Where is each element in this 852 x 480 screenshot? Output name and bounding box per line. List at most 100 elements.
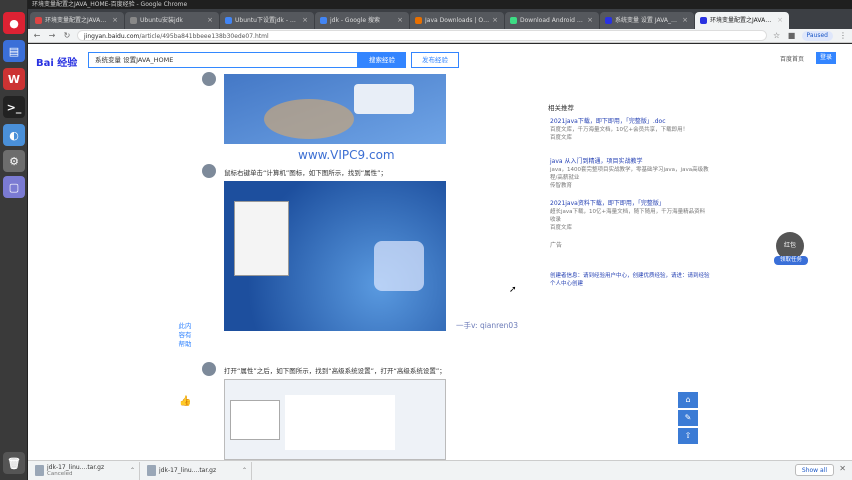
tab-close-icon[interactable]: ×: [207, 12, 213, 29]
related-title: 2021java资料下载，即下即用，「完整版」: [550, 200, 665, 207]
baidu-logo[interactable]: Bai 经验: [36, 54, 77, 69]
related-item[interactable]: java 从入门到精通，项目实战教学 java，1400套完整项目实战教学，零基础…: [550, 158, 710, 190]
helpful-vertical-label[interactable]: 此内容有帮助: [178, 322, 192, 349]
downloads-bar: jdk-17_linu....tar.gz Canceled ⌃ jdk-17_lin…: [28, 460, 852, 480]
chevron-up-icon[interactable]: ⌃: [242, 467, 247, 474]
step-marker: [202, 362, 216, 376]
app-icon-wps[interactable]: W: [3, 68, 25, 90]
search-input[interactable]: 系统变量 设置JAVA_HOME: [88, 52, 358, 68]
step-marker: [202, 72, 216, 86]
page-content: Bai 经验 系统变量 设置JAVA_HOME 搜索经验 发布经验 百度首页 登…: [28, 44, 852, 460]
watermark-text: www.VIPC9.com: [298, 148, 395, 162]
task-button[interactable]: 领取任务: [774, 256, 808, 265]
chevron-up-icon[interactable]: ⌃: [130, 467, 135, 474]
step-text: 打开“属性”之后，如下图所示，找到“高级系统设置”，打开“高级系统设置”；: [224, 367, 446, 375]
trash-icon[interactable]: 🗑: [3, 452, 25, 474]
profile-paused-button[interactable]: Paused: [801, 30, 833, 41]
app-icon-files[interactable]: ▤: [3, 40, 25, 62]
tab-close-icon[interactable]: ×: [397, 12, 403, 29]
step-marker: [202, 164, 216, 178]
star-icon[interactable]: ☆: [772, 31, 782, 41]
app-icon-store[interactable]: ▢: [3, 176, 25, 198]
favicon-icon: [130, 17, 137, 24]
window-title: 环境变量配置之JAVA_HOME-百度经验 - Google Chrome: [32, 1, 188, 8]
related-foot: 传智教育: [550, 183, 573, 189]
home-icon[interactable]: ⌂: [678, 392, 698, 408]
step-text: 鼠标右键单击“计算机”图标，如下图所示，找到“属性”；: [224, 169, 387, 177]
related-title: 2021java下载，即下即用，「完整版」.doc: [550, 118, 666, 125]
tab-label: Ubuntu下设置jdk - Google: [235, 17, 299, 24]
related-foot: 百度文库: [550, 135, 573, 141]
tab-label: 环境变量配置之JAVA_HOME-百度经验: [45, 17, 109, 24]
back-to-top-icon[interactable]: ⇧: [678, 428, 698, 444]
share-icon[interactable]: ✎: [678, 410, 698, 426]
address-bar[interactable]: jingyan.baidu.com/article/495ba841bbeee1…: [77, 30, 767, 41]
favicon-icon: [700, 17, 707, 24]
tab-close-icon[interactable]: ×: [777, 12, 783, 29]
app-icon-terminal[interactable]: >_: [3, 96, 25, 118]
tab-7[interactable]: 系统变量 设置 JAVA_HOME×: [600, 12, 694, 29]
tab-1[interactable]: 环境变量配置之JAVA_HOME-百度经验×: [30, 12, 124, 29]
login-button[interactable]: 登录: [816, 52, 836, 64]
file-icon: [147, 465, 156, 476]
tab-close-icon[interactable]: ×: [587, 12, 593, 29]
tab-close-icon[interactable]: ×: [492, 12, 498, 29]
tab-2[interactable]: Ubuntu安装jdk ×: [125, 12, 219, 29]
favicon-icon: [415, 17, 422, 24]
tab-strip: 环境变量配置之JAVA_HOME-百度经验×Ubuntu安装jdk×Ubuntu…: [28, 9, 852, 29]
download-filename: jdk-17_linu....tar.gz: [159, 467, 217, 474]
step-image: [224, 74, 446, 144]
tab-3[interactable]: Ubuntu下设置jdk - Google×: [220, 12, 314, 29]
show-all-button[interactable]: Show all: [794, 464, 834, 476]
related-item[interactable]: 2021java资料下载，即下即用，「完整版」超长java下载，10亿+海量文档…: [550, 200, 710, 232]
tab-close-icon[interactable]: ×: [682, 12, 688, 29]
reload-icon[interactable]: ↻: [62, 31, 72, 41]
download-item[interactable]: jdk-17_linu....tar.gz Canceled ⌃: [32, 461, 140, 480]
related-heading: 相关推荐: [548, 104, 574, 112]
baidu-home-link[interactable]: 百度首页: [780, 54, 804, 63]
tab-6[interactable]: Download Android Studio×: [505, 12, 599, 29]
favicon-icon: [510, 17, 517, 24]
tab-5[interactable]: Java Downloads | Oracle×: [410, 12, 504, 29]
favicon-icon: [35, 17, 42, 24]
related-title: java 从入门到精通，项目实战教学: [550, 158, 643, 165]
thumbs-up-icon[interactable]: 👍: [179, 396, 191, 408]
download-item[interactable]: jdk-17_linu....tar.gz ⌃: [144, 461, 252, 480]
tab-label: Download Android Studio: [520, 17, 584, 24]
back-icon[interactable]: ←: [32, 31, 42, 41]
favicon-icon: [320, 17, 327, 24]
related-desc: java，1400套完整项目实战教学，零基础学习java，java高级教程/高薪…: [550, 167, 709, 181]
close-icon[interactable]: ✕: [839, 464, 846, 473]
related-foot: 百度文库: [550, 225, 573, 231]
download-status: Canceled: [47, 471, 73, 477]
forward-icon[interactable]: →: [47, 31, 57, 41]
download-filename: jdk-17_linu....tar.gz: [47, 464, 105, 471]
tab-label: Java Downloads | Oracle: [425, 17, 490, 24]
tab-4[interactable]: jdk - Google 搜索 ×: [315, 12, 409, 29]
app-icon-browser[interactable]: ◐: [3, 124, 25, 146]
favicon-icon: [225, 17, 232, 24]
related-desc: 百度文库，千万海量文档，10亿+会员共享，下载即用！: [550, 127, 689, 133]
tab-label: 环境变量配置之JAVA_HOME: [710, 17, 774, 24]
app-icon-settings[interactable]: ⚙: [3, 150, 25, 172]
file-icon: [35, 465, 44, 476]
step-image: [224, 181, 446, 331]
creator-feedback-text[interactable]: 创建者信息：请到经验用户中心，创建优质经验，请进：请到经验个人中心创建: [550, 272, 710, 288]
step-image: [224, 379, 446, 460]
menu-icon[interactable]: ⋮: [838, 31, 848, 41]
mouse-cursor-icon: ➚: [509, 285, 517, 295]
tab-8[interactable]: 环境变量配置之JAVA_HOME×: [695, 12, 789, 29]
publish-button[interactable]: 发布经验: [411, 52, 459, 68]
search-button[interactable]: 搜索经验: [358, 52, 406, 68]
favicon-icon: [605, 17, 612, 24]
launcher-dock: ● ▤ W >_ ◐ ⚙ ▢ 🗑: [0, 0, 28, 480]
browser-toolbar: ← → ↻ jingyan.baidu.com/article/495ba841…: [28, 29, 852, 43]
tab-close-icon[interactable]: ×: [302, 12, 308, 29]
extension-icon[interactable]: ■: [787, 31, 797, 41]
clock: [846, 0, 852, 9]
related-desc: 超长java下载，10亿+海量文档，随下随用，千万海量精品资料收录: [550, 209, 706, 223]
ad-label: 广告: [550, 242, 563, 249]
related-item[interactable]: 2021java下载，即下即用，「完整版」.doc 百度文库，千万海量文档，10亿…: [550, 118, 710, 142]
tab-close-icon[interactable]: ×: [112, 12, 118, 29]
app-icon-chrome[interactable]: ●: [3, 12, 25, 34]
